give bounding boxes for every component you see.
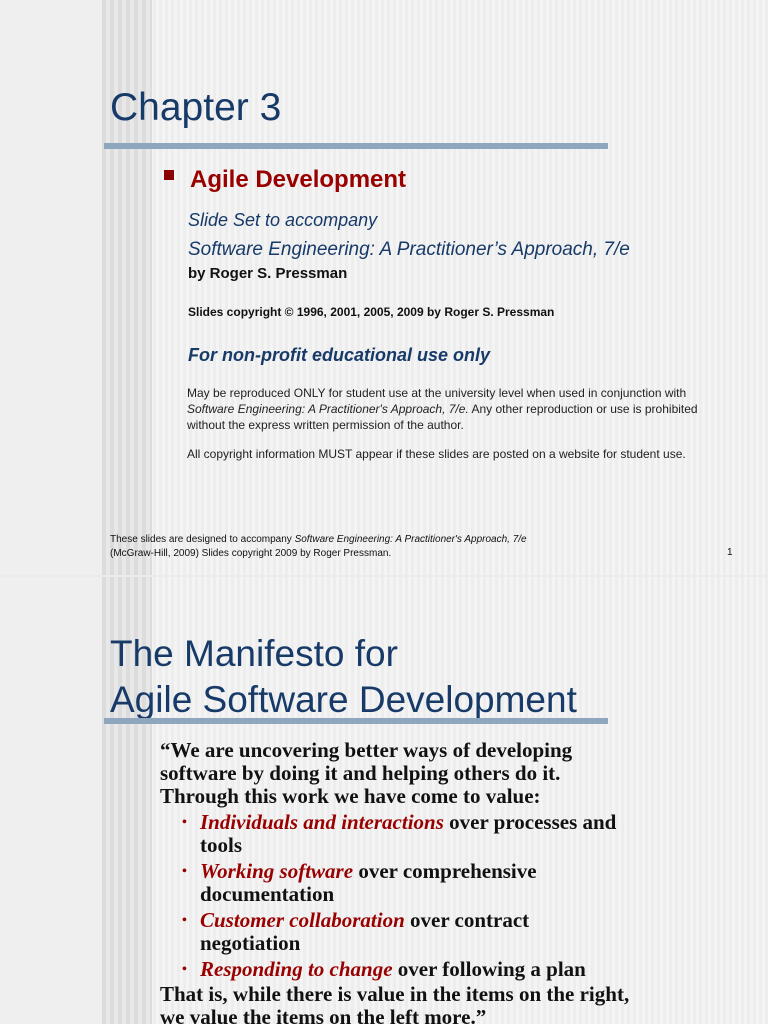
slide-2: The Manifesto for Agile Software Develop…: [0, 577, 768, 1024]
title-line: Agile Software Development: [110, 679, 577, 720]
list-item: • Working software over comprehensive doc…: [182, 859, 537, 906]
value-emphasis: Responding to change: [200, 957, 393, 981]
value-emphasis: Individuals and interactions: [200, 810, 444, 834]
bullet-heading: Agile Development: [190, 166, 407, 193]
manifesto-intro: “We are uncovering better ways of develo…: [160, 738, 573, 808]
para-book-title: Software Engineering: A Practitioner's A…: [187, 402, 469, 416]
author: by Roger S. Pressman: [188, 265, 348, 282]
subtitle-1: Slide Set to accompany: [188, 210, 378, 230]
list-item: • Individuals and interactions over proce…: [182, 810, 617, 857]
manifesto-outro: That is, while there is value in the ite…: [160, 982, 630, 1024]
reproduction-paragraph: May be reproduced ONLY for student use a…: [187, 385, 707, 433]
page-number: 1: [727, 547, 733, 558]
manifesto-text: “We are uncovering better ways of develo…: [160, 739, 630, 1024]
title-rule: [104, 718, 608, 724]
list-item: • Customer collaboration over contract ne…: [182, 908, 530, 955]
title-rule: [104, 143, 608, 149]
slide-1: Chapter 3 Agile Development Slide Set to…: [0, 0, 768, 575]
footer: These slides are designed to accompany S…: [110, 533, 527, 561]
footer-book-title: Software Engineering: A Practitioner's A…: [294, 534, 527, 545]
copyright-line: Slides copyright © 1996, 2001, 2005, 200…: [188, 305, 555, 319]
value-emphasis: Customer collaboration: [200, 908, 405, 932]
slide-title: The Manifesto for Agile Software Develop…: [110, 631, 577, 723]
nonprofit-notice: For non-profit educational use only: [188, 345, 491, 365]
slide-title: Chapter 3: [110, 86, 282, 129]
footer-text: (McGraw-Hill, 2009) Slides copyright 200…: [110, 548, 392, 559]
value-emphasis: Working software: [200, 859, 354, 883]
footer-text: These slides are designed to accompany: [110, 534, 295, 545]
para-text: May be reproduced ONLY for student use a…: [187, 386, 687, 400]
list-item: • Responding to change over following a p…: [182, 957, 586, 981]
subtitle-2: Software Engineering: A Practitioner’s A…: [188, 239, 630, 260]
copyright-paragraph: All copyright information MUST appear if…: [187, 447, 686, 461]
title-line: The Manifesto for: [110, 633, 398, 674]
value-rest: over following a plan: [392, 957, 586, 981]
square-bullet-icon: [164, 170, 174, 180]
